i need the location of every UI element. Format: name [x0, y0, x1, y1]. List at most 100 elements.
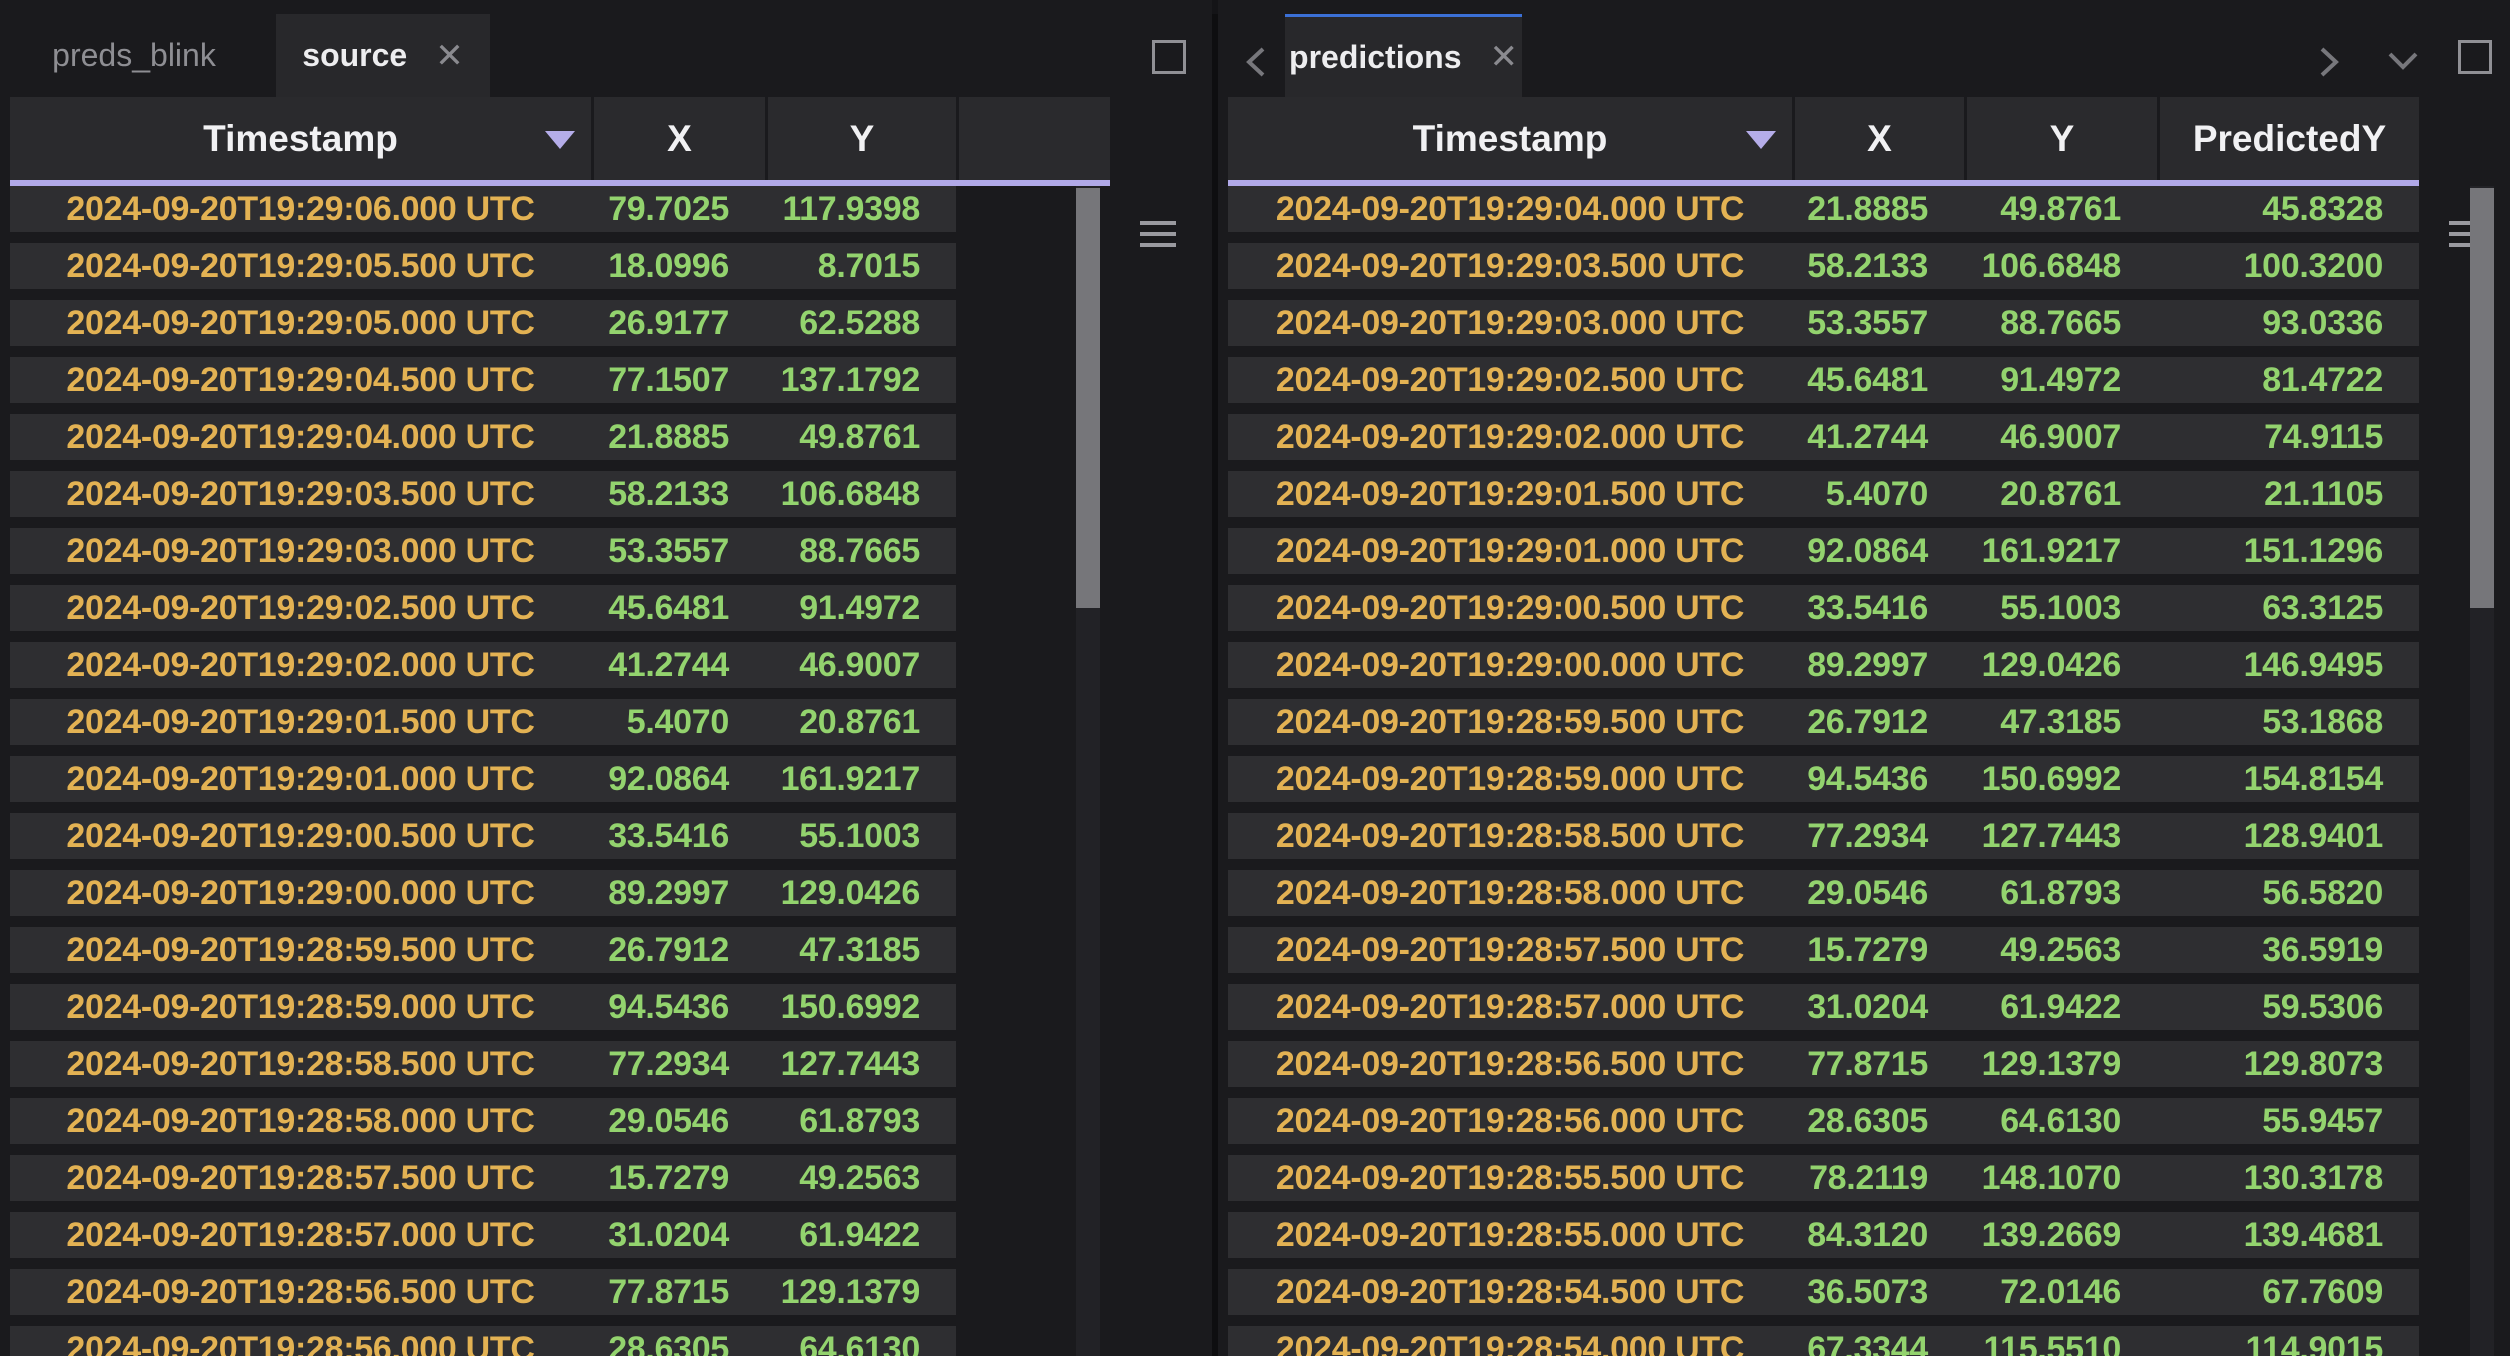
scrollbar-track[interactable]	[2470, 186, 2494, 1356]
column-header-predictedy[interactable]: PredictedY	[2160, 97, 2419, 180]
table-row[interactable]: 2024-09-20T19:29:02.500 UTC 45.6481 91.4…	[1228, 357, 2419, 403]
table-row[interactable]: 2024-09-20T19:29:04.000 UTC 21.8885 49.8…	[10, 414, 956, 460]
cell-y: 150.6992	[765, 984, 956, 1030]
table-row[interactable]: 2024-09-20T19:29:01.500 UTC 5.4070 20.87…	[1228, 471, 2419, 517]
column-header-x[interactable]: X	[594, 97, 765, 180]
sort-caret-icon[interactable]	[545, 131, 575, 149]
cell-x: 94.5436	[591, 984, 765, 1030]
cell-timestamp: 2024-09-20T19:28:55.500 UTC	[1228, 1155, 1792, 1201]
table-row[interactable]: 2024-09-20T19:29:00.000 UTC 89.2997 129.…	[1228, 642, 2419, 688]
table-row[interactable]: 2024-09-20T19:29:03.500 UTC 58.2133 106.…	[1228, 243, 2419, 289]
table-row[interactable]: 2024-09-20T19:28:58.500 UTC 77.2934 127.…	[1228, 813, 2419, 859]
cell-x: 92.0864	[591, 756, 765, 802]
column-header-y[interactable]: Y	[1967, 97, 2157, 180]
cell-y: 127.7443	[1964, 813, 2157, 859]
column-header-timestamp[interactable]: Timestamp	[10, 97, 591, 180]
table-row[interactable]: 2024-09-20T19:28:57.500 UTC 15.7279 49.2…	[10, 1155, 956, 1201]
table-row[interactable]: 2024-09-20T19:29:03.000 UTC 53.3557 88.7…	[1228, 300, 2419, 346]
cell-y: 49.2563	[765, 1155, 956, 1201]
table-row[interactable]: 2024-09-20T19:28:55.000 UTC 84.3120 139.…	[1228, 1212, 2419, 1258]
cell-timestamp: 2024-09-20T19:28:57.500 UTC	[10, 1155, 591, 1201]
table-row[interactable]: 2024-09-20T19:29:05.500 UTC 18.0996 8.70…	[10, 243, 956, 289]
chevron-down-icon[interactable]	[2383, 48, 2423, 74]
maximize-icon[interactable]	[1152, 40, 1186, 74]
cell-timestamp: 2024-09-20T19:28:56.500 UTC	[1228, 1041, 1792, 1087]
cell-timestamp: 2024-09-20T19:28:58.000 UTC	[1228, 870, 1792, 916]
cell-y: 91.4972	[765, 585, 956, 631]
cell-y: 64.6130	[1964, 1098, 2157, 1144]
cell-predictedy: 59.5306	[2157, 984, 2419, 1030]
table-row[interactable]: 2024-09-20T19:29:01.500 UTC 5.4070 20.87…	[10, 699, 956, 745]
table-row[interactable]: 2024-09-20T19:28:57.000 UTC 31.0204 61.9…	[10, 1212, 956, 1258]
column-header-x[interactable]: X	[1795, 97, 1964, 180]
table-row[interactable]: 2024-09-20T19:28:58.000 UTC 29.0546 61.8…	[1228, 870, 2419, 916]
table-row[interactable]: 2024-09-20T19:29:00.000 UTC 89.2997 129.…	[10, 870, 956, 916]
cell-y: 129.1379	[1964, 1041, 2157, 1087]
table-row[interactable]: 2024-09-20T19:28:54.000 UTC 67.3344 115.…	[1228, 1326, 2419, 1356]
sort-caret-icon[interactable]	[1746, 131, 1776, 149]
chevron-left-icon[interactable]	[1243, 42, 1269, 82]
close-icon[interactable]: ✕	[1489, 40, 1518, 74]
cell-y: 47.3185	[765, 927, 956, 973]
scrollbar-track[interactable]	[1076, 186, 1100, 1356]
cell-predictedy: 146.9495	[2157, 642, 2419, 688]
table-row[interactable]: 2024-09-20T19:28:56.000 UTC 28.6305 64.6…	[10, 1326, 956, 1356]
column-header-y[interactable]: Y	[768, 97, 956, 180]
maximize-icon[interactable]	[2458, 40, 2492, 74]
scrollbar-thumb[interactable]	[2470, 188, 2494, 608]
table-row[interactable]: 2024-09-20T19:28:59.000 UTC 94.5436 150.…	[1228, 756, 2419, 802]
table-row[interactable]: 2024-09-20T19:28:59.500 UTC 26.7912 47.3…	[1228, 699, 2419, 745]
cell-x: 28.6305	[1792, 1098, 1964, 1144]
table-row[interactable]: 2024-09-20T19:29:06.000 UTC 79.7025 117.…	[10, 186, 956, 232]
table-row[interactable]: 2024-09-20T19:28:56.500 UTC 77.8715 129.…	[1228, 1041, 2419, 1087]
cell-x: 33.5416	[591, 813, 765, 859]
cell-y: 46.9007	[765, 642, 956, 688]
tab-source[interactable]: source ✕	[276, 14, 490, 97]
cell-timestamp: 2024-09-20T19:29:03.000 UTC	[10, 528, 591, 574]
chevron-right-icon[interactable]	[2316, 42, 2342, 82]
table-row[interactable]: 2024-09-20T19:28:59.000 UTC 94.5436 150.…	[10, 984, 956, 1030]
table-row[interactable]: 2024-09-20T19:29:05.000 UTC 26.9177 62.5…	[10, 300, 956, 346]
table-row[interactable]: 2024-09-20T19:29:00.500 UTC 33.5416 55.1…	[1228, 585, 2419, 631]
tab-preds-blink[interactable]: preds_blink	[8, 14, 260, 97]
cell-timestamp: 2024-09-20T19:29:00.000 UTC	[1228, 642, 1792, 688]
table-row[interactable]: 2024-09-20T19:28:56.000 UTC 28.6305 64.6…	[1228, 1098, 2419, 1144]
cell-x: 26.9177	[591, 300, 765, 346]
cell-x: 58.2133	[591, 471, 765, 517]
left-table-header: Timestamp X Y	[0, 97, 1212, 180]
cell-x: 92.0864	[1792, 528, 1964, 574]
cell-y: 72.0146	[1964, 1269, 2157, 1315]
cell-x: 53.3557	[591, 528, 765, 574]
close-icon[interactable]: ✕	[435, 39, 464, 73]
table-row[interactable]: 2024-09-20T19:28:55.500 UTC 78.2119 148.…	[1228, 1155, 2419, 1201]
table-row[interactable]: 2024-09-20T19:28:57.000 UTC 31.0204 61.9…	[1228, 984, 2419, 1030]
table-row[interactable]: 2024-09-20T19:29:04.500 UTC 77.1507 137.…	[10, 357, 956, 403]
scrollbar-thumb[interactable]	[1076, 188, 1100, 608]
table-row[interactable]: 2024-09-20T19:29:01.000 UTC 92.0864 161.…	[10, 756, 956, 802]
table-row[interactable]: 2024-09-20T19:29:04.000 UTC 21.8885 49.8…	[1228, 186, 2419, 232]
table-row[interactable]: 2024-09-20T19:28:58.000 UTC 29.0546 61.8…	[10, 1098, 956, 1144]
tab-predictions[interactable]: predictions ✕	[1285, 14, 1522, 97]
column-header-timestamp[interactable]: Timestamp	[1228, 97, 1792, 180]
cell-x: 77.2934	[1792, 813, 1964, 859]
table-row[interactable]: 2024-09-20T19:29:01.000 UTC 92.0864 161.…	[1228, 528, 2419, 574]
table-row[interactable]: 2024-09-20T19:29:03.000 UTC 53.3557 88.7…	[10, 528, 956, 574]
table-row[interactable]: 2024-09-20T19:29:02.500 UTC 45.6481 91.4…	[10, 585, 956, 631]
cell-predictedy: 36.5919	[2157, 927, 2419, 973]
cell-y: 49.8761	[765, 414, 956, 460]
cell-x: 26.7912	[591, 927, 765, 973]
table-row[interactable]: 2024-09-20T19:29:00.500 UTC 33.5416 55.1…	[10, 813, 956, 859]
tab-label: source	[302, 37, 407, 74]
cell-y: 61.9422	[1964, 984, 2157, 1030]
cell-timestamp: 2024-09-20T19:28:59.000 UTC	[10, 984, 591, 1030]
menu-icon[interactable]	[1140, 221, 1176, 247]
table-row[interactable]: 2024-09-20T19:28:58.500 UTC 77.2934 127.…	[10, 1041, 956, 1087]
table-row[interactable]: 2024-09-20T19:28:54.500 UTC 36.5073 72.0…	[1228, 1269, 2419, 1315]
table-row[interactable]: 2024-09-20T19:28:59.500 UTC 26.7912 47.3…	[10, 927, 956, 973]
table-row[interactable]: 2024-09-20T19:29:03.500 UTC 58.2133 106.…	[10, 471, 956, 517]
table-row[interactable]: 2024-09-20T19:29:02.000 UTC 41.2744 46.9…	[1228, 414, 2419, 460]
cell-timestamp: 2024-09-20T19:29:01.000 UTC	[10, 756, 591, 802]
table-row[interactable]: 2024-09-20T19:28:57.500 UTC 15.7279 49.2…	[1228, 927, 2419, 973]
table-row[interactable]: 2024-09-20T19:28:56.500 UTC 77.8715 129.…	[10, 1269, 956, 1315]
table-row[interactable]: 2024-09-20T19:29:02.000 UTC 41.2744 46.9…	[10, 642, 956, 688]
